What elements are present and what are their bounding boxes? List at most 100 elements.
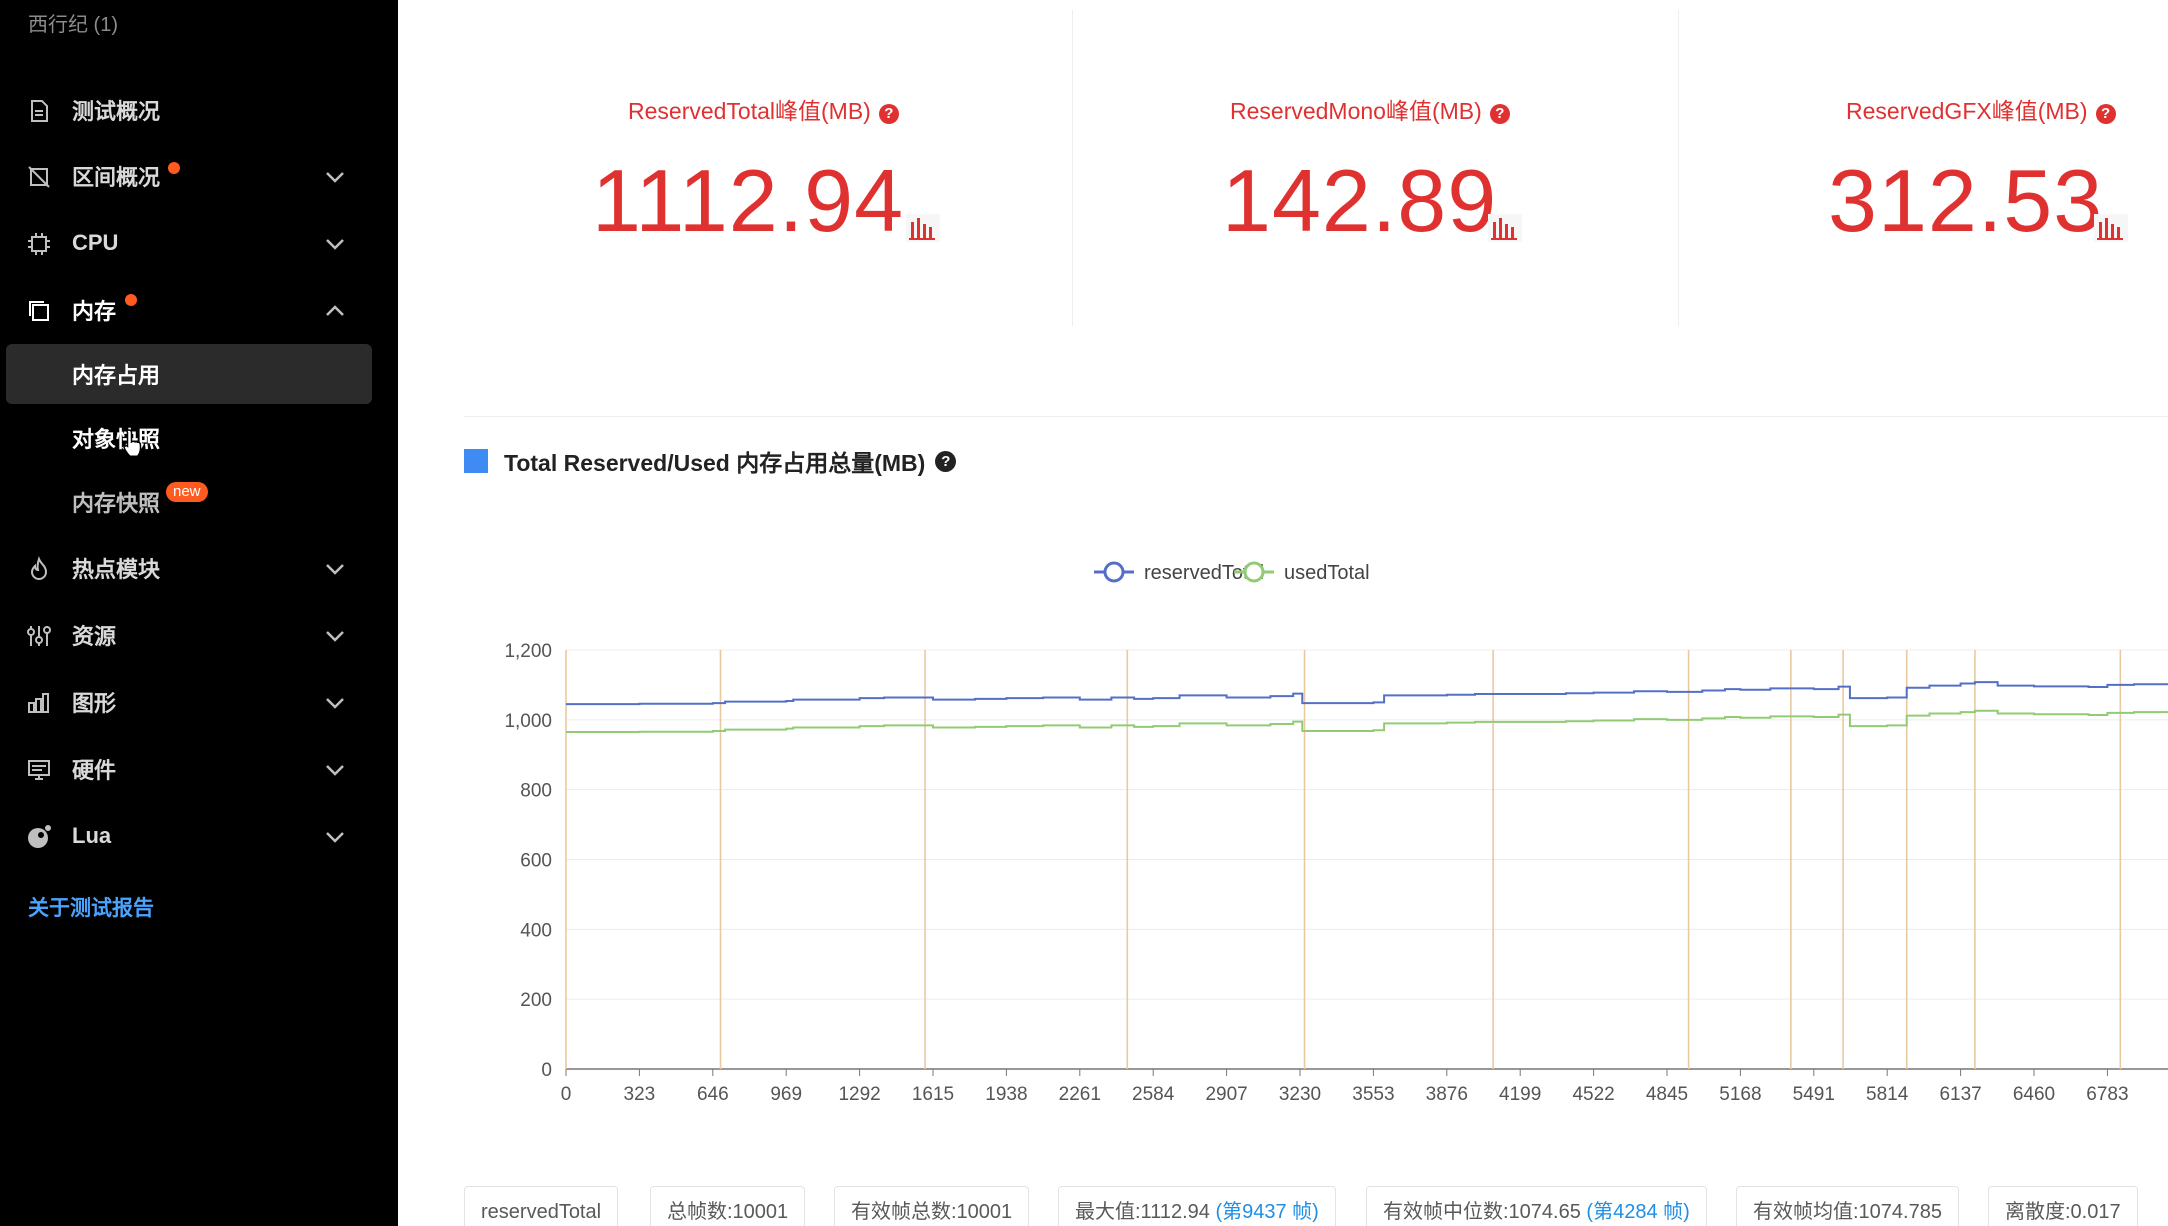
chevron-down-icon[interactable] — [324, 625, 346, 647]
nav-item-memory[interactable]: 内存 — [0, 282, 398, 338]
stat-card-reserved-total: ReservedTotal峰值(MB)? 1112.94 — [398, 0, 1072, 326]
nav-item-hardware[interactable]: 硬件 — [0, 741, 398, 797]
x-tick-label: 3876 — [1426, 1084, 1468, 1105]
notification-dot — [125, 294, 137, 306]
lua-icon — [28, 825, 51, 848]
document-icon — [31, 100, 48, 122]
section-header: Total Reserved/Used 内存占用总量(MB) ? — [464, 444, 957, 478]
help-icon[interactable]: ? — [2095, 104, 2116, 124]
nav-item-overview[interactable]: 测试概况 — [0, 82, 398, 138]
x-tick-label: 4845 — [1646, 1084, 1688, 1105]
y-tick-label: 400 — [520, 920, 552, 941]
stat-title: ReservedMono峰值(MB)? — [1230, 92, 1510, 126]
y-tick-label: 0 — [541, 1060, 552, 1081]
stat-card-reserved-gfx: ReservedGFX峰值(MB)? 312.53 — [1678, 0, 2168, 326]
sub-label: 对象快照 — [72, 427, 161, 452]
summary-max: 最大值:1112.94 (第9437 帧) — [1058, 1186, 1336, 1226]
stat-title: ReservedTotal峰值(MB)? — [628, 92, 899, 126]
y-tick-label: 600 — [520, 851, 552, 872]
help-icon[interactable]: ? — [878, 104, 899, 124]
stat-title-text: ReservedMono峰值(MB) — [1230, 98, 1482, 124]
stat-title-text: ReservedGFX峰值(MB) — [1846, 98, 2088, 124]
sliders-icon — [27, 626, 51, 646]
x-tick-label: 4522 — [1572, 1084, 1614, 1105]
bar-chart-icon — [28, 693, 49, 713]
x-tick-label: 4199 — [1499, 1084, 1541, 1105]
x-tick-label: 323 — [624, 1084, 656, 1105]
new-badge: new — [166, 482, 208, 502]
max-frame-link[interactable]: (第9437 帧) — [1215, 1201, 1318, 1223]
chevron-down-icon[interactable] — [324, 558, 346, 580]
x-tick-label: 2907 — [1205, 1084, 1247, 1105]
stat-value: 312.53 — [1828, 151, 2104, 250]
y-tick-label: 800 — [520, 781, 552, 802]
section-marker — [464, 449, 488, 473]
chevron-down-icon[interactable] — [324, 692, 346, 714]
nav-item-hotspot[interactable]: 热点模块 — [0, 540, 398, 596]
chevron-up-icon[interactable] — [324, 300, 346, 322]
x-tick-label: 6460 — [2013, 1084, 2055, 1105]
median-frame-link[interactable]: (第4284 帧) — [1586, 1201, 1689, 1223]
nav-item-cpu[interactable]: CPU — [0, 215, 398, 271]
summary-median: 有效帧中位数:1074.65 (第4284 帧) — [1366, 1186, 1707, 1226]
help-icon[interactable]: ? — [1489, 104, 1510, 124]
y-tick-label: 1,200 — [504, 641, 552, 662]
series-line-usedTotal — [566, 709, 2168, 734]
legend-label: usedTotal — [1284, 562, 1370, 584]
nav-label: 测试概况 — [72, 99, 161, 124]
flame-icon — [30, 556, 48, 580]
sub-item-memory-usage[interactable]: 内存占用 — [6, 344, 372, 404]
bar-chart-icon[interactable] — [2094, 214, 2128, 242]
section-title: Total Reserved/Used 内存占用总量(MB) — [504, 450, 926, 476]
nav-label: 热点模块 — [72, 557, 161, 582]
chevron-down-icon[interactable] — [324, 759, 346, 781]
y-tick-label: 200 — [520, 990, 552, 1011]
about-report-link[interactable]: 关于测试报告 — [28, 892, 154, 922]
chevron-down-icon[interactable] — [324, 233, 346, 255]
summary-valid-frames: 有效帧总数:10001 — [834, 1186, 1030, 1226]
sub-label: 内存占用 — [72, 363, 161, 388]
monitor-icon — [28, 760, 50, 780]
nav-item-lua[interactable]: Lua — [0, 808, 398, 864]
hand-cursor-icon — [123, 429, 142, 458]
nav-item-graphics[interactable]: 图形 — [0, 674, 398, 730]
bar-chart-icon[interactable] — [1488, 214, 1522, 242]
sidebar: 西行纪 (1) 测试概况 区间概况 CPU 内存 内存占用 对象快照 内存快照 … — [0, 0, 398, 1226]
summary-series-chip[interactable]: reservedTotal — [464, 1186, 619, 1226]
nav-label: Lua — [72, 823, 112, 848]
nav-label: CPU — [72, 230, 119, 255]
summary-dispersion: 离散度:0.017 — [1988, 1186, 2138, 1226]
nav-item-resources[interactable]: 资源 — [0, 607, 398, 663]
memory-line-chart: 0 200 400 600 800 1,000 1,200 0 323 646 969 1292 161… — [504, 561, 2168, 1105]
x-tick-label: 1292 — [838, 1084, 880, 1105]
memory-copy-icon — [29, 301, 49, 321]
cpu-chip-icon — [28, 233, 50, 255]
series-line-reservedTotal — [566, 681, 2168, 706]
stat-card-reserved-mono: ReservedMono峰值(MB)? 142.89 — [1072, 0, 1678, 326]
main-content: ReservedTotal峰值(MB)? 1112.94 ReservedMon… — [398, 0, 2168, 1226]
nav-label: 资源 — [72, 624, 117, 649]
x-tick-label: 2261 — [1059, 1084, 1101, 1105]
nav-item-range[interactable]: 区间概况 — [0, 148, 398, 204]
bar-chart-icon[interactable] — [906, 214, 940, 242]
stat-title: ReservedGFX峰值(MB)? — [1846, 92, 2116, 126]
chevron-down-icon[interactable] — [324, 826, 346, 848]
stat-value: 1112.94 — [592, 151, 905, 250]
project-title: 西行纪 (1) — [28, 14, 118, 36]
x-tick-label: 969 — [770, 1084, 802, 1105]
help-icon[interactable]: ? — [935, 450, 957, 472]
x-tick-label: 1938 — [985, 1084, 1027, 1105]
x-tick-label: 3553 — [1352, 1084, 1394, 1105]
sub-label: 内存快照 — [72, 491, 161, 516]
x-tick-label: 2584 — [1132, 1084, 1175, 1105]
x-tick-label: 5168 — [1719, 1084, 1761, 1105]
nav-label: 硬件 — [72, 758, 117, 783]
sub-item-object-snapshot[interactable]: 对象快照 — [6, 408, 372, 468]
nav-label: 图形 — [72, 691, 117, 716]
stat-value: 142.89 — [1222, 151, 1498, 250]
x-tick-label: 0 — [561, 1084, 572, 1105]
x-tick-label: 6137 — [1939, 1084, 1981, 1105]
section-divider — [464, 416, 2168, 417]
sub-item-memory-snapshot[interactable]: 内存快照 new — [6, 472, 372, 532]
chevron-down-icon[interactable] — [324, 166, 346, 188]
